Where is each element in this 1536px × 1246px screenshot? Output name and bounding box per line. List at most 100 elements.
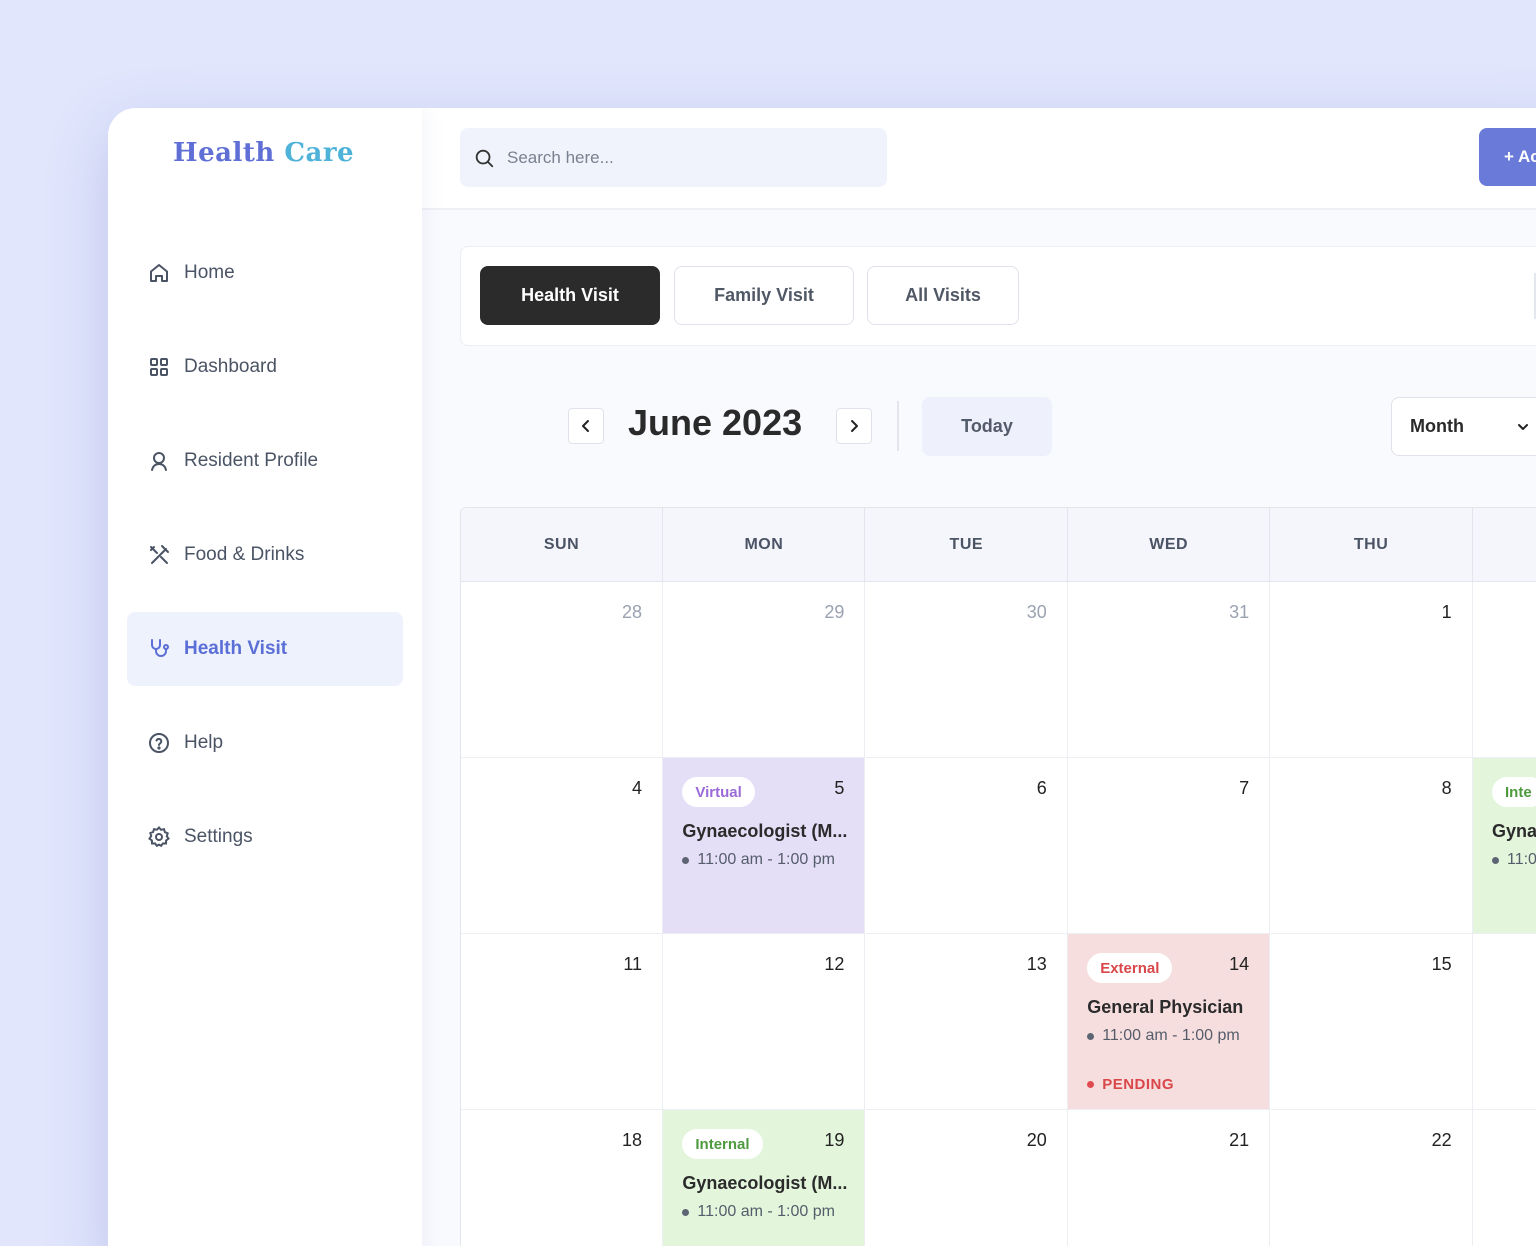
calendar-header: SUN MON TUE WED THU <box>461 508 1536 582</box>
sidebar-item-resident-profile[interactable]: Resident Profile <box>127 424 403 498</box>
calendar-day-cell[interactable]: 30 <box>865 582 1068 758</box>
bullet-dot-icon <box>682 856 690 864</box>
sidebar-item-dashboard[interactable]: Dashboard <box>127 330 403 404</box>
event-time: 11:00 am - 1:00 pm <box>682 851 835 869</box>
home-icon <box>150 264 168 282</box>
event-time-text: 11:00 am - 1:00 pm <box>697 1203 835 1220</box>
stethoscope-icon <box>151 639 169 657</box>
calendar-day-cell[interactable]: 18 <box>461 1110 663 1246</box>
sidebar-item-label: Help <box>184 732 224 753</box>
day-name-header: MON <box>663 508 866 582</box>
search-icon <box>475 149 494 167</box>
sidebar-item-help[interactable]: Help <box>127 706 403 780</box>
day-number: 18 <box>621 1130 642 1150</box>
calendar-day-cell[interactable]: 4 <box>461 758 663 934</box>
calendar-day-cell[interactable]: 29 <box>663 582 866 758</box>
tab-all-visits[interactable]: All Visits <box>867 266 1019 325</box>
calendar-day-cell[interactable]: 20 <box>865 1110 1068 1246</box>
sidebar-item-settings[interactable]: Settings <box>127 800 403 874</box>
visit-type-badge: External <box>1087 953 1173 983</box>
day-number: 22 <box>1431 1130 1452 1150</box>
chevron-right-icon <box>851 420 858 432</box>
calendar-day-cell[interactable]: 22 <box>1270 1110 1473 1246</box>
status-dot-icon <box>1087 1081 1095 1088</box>
calendar-day-cell[interactable]: 13 <box>865 934 1068 1110</box>
day-number: 15 <box>1431 954 1452 974</box>
user-icon <box>151 452 167 471</box>
calendar-day-cell[interactable]: 21 <box>1068 1110 1271 1246</box>
sidebar-item-food-drinks[interactable]: Food & Drinks <box>127 518 403 592</box>
event-time: 11:00 am - 1:00 pm <box>682 1203 835 1221</box>
event-title[interactable]: Gynaecologist (M... <box>682 1173 857 1194</box>
calendar-day-cell[interactable]: 7 <box>1068 758 1271 934</box>
day-name-header: THU <box>1271 508 1473 582</box>
day-number: 19 <box>824 1130 845 1150</box>
day-name-header <box>1473 508 1536 582</box>
day-name-header: WED <box>1068 508 1271 582</box>
sidebar-item-label: Health Visit <box>184 638 288 659</box>
calendar-day-cell[interactable]: 14 External General Physician 11:00 am - 1:… <box>1068 934 1271 1110</box>
calendar-day-cell[interactable]: 6 <box>865 758 1068 934</box>
day-number: 31 <box>1229 602 1250 622</box>
sidebar-item-home[interactable]: Home <box>127 236 403 310</box>
calendar-day-cell[interactable]: 5 Virtual Gynaecologist (M... 11:00 am - 1:… <box>663 758 866 934</box>
day-number: 20 <box>1026 1130 1047 1150</box>
day-number: 6 <box>1036 778 1047 798</box>
tab-health-visit[interactable]: Health Visit <box>480 266 660 325</box>
prev-month-button[interactable] <box>568 408 604 444</box>
status-badge: PENDING <box>1087 1076 1174 1093</box>
day-number: 21 <box>1229 1130 1250 1150</box>
day-number: 5 <box>834 778 845 798</box>
sidebar: Health Care Home Dashboard Resident Prof… <box>108 108 422 1246</box>
day-number: 1 <box>1441 602 1452 622</box>
grid-icon <box>150 358 168 376</box>
day-number: 4 <box>631 778 642 798</box>
calendar-grid: SUN MON TUE WED THU 28 29 30 31 1 4 5 Virtual Gynaec… <box>460 507 1536 1246</box>
day-number: 12 <box>824 954 845 974</box>
visit-type-badge: Inte <box>1492 777 1536 807</box>
calendar-day-cell[interactable]: 8 <box>1270 758 1473 934</box>
status-text: PENDING <box>1102 1076 1175 1093</box>
add-button[interactable]: + Ac <box>1479 128 1536 186</box>
month-title: June 2023 <box>628 402 803 443</box>
calendar-day-cell[interactable]: 19 Internal Gynaecologist (M... 11:00 am - … <box>663 1110 866 1246</box>
visit-tabs: Health Visit Family Visit All Visits <box>460 246 1536 346</box>
calendar-day-cell[interactable]: Inte Gyna 11:0 <box>1473 758 1536 934</box>
calendar-day-cell[interactable] <box>1473 1110 1536 1246</box>
calendar-day-cell[interactable]: 15 <box>1270 934 1473 1110</box>
sidebar-item-label: Dashboard <box>184 356 277 377</box>
app-window: Health Care Home Dashboard Resident Prof… <box>108 108 1536 1246</box>
event-time: 11:00 am - 1:00 pm <box>1087 1027 1240 1045</box>
tab-family-visit[interactable]: Family Visit <box>674 266 854 325</box>
bullet-dot-icon <box>1087 1032 1095 1040</box>
app-logo[interactable]: Health Care <box>173 138 354 168</box>
calendar-day-cell[interactable] <box>1473 582 1536 758</box>
day-number: 13 <box>1026 954 1047 974</box>
view-select[interactable]: Month <box>1391 397 1536 456</box>
sidebar-item-label: Food & Drinks <box>184 544 305 565</box>
next-month-button[interactable] <box>836 408 872 444</box>
event-title[interactable]: General Physician <box>1087 997 1262 1018</box>
search-box[interactable] <box>460 128 887 187</box>
visit-type-badge: Virtual <box>682 777 755 807</box>
bullet-dot-icon <box>1492 856 1499 864</box>
day-name-header: TUE <box>866 508 1068 582</box>
calendar-day-cell[interactable]: 11 <box>461 934 663 1110</box>
calendar-day-cell[interactable]: 28 <box>461 582 663 758</box>
calendar-day-cell[interactable]: 31 <box>1068 582 1271 758</box>
sidebar-item-health-visit[interactable]: Health Visit <box>127 612 403 686</box>
today-button[interactable]: Today <box>922 397 1052 456</box>
day-number: 14 <box>1229 954 1250 974</box>
day-number: 7 <box>1239 778 1250 798</box>
event-title[interactable]: Gynaecologist (M... <box>682 821 857 842</box>
main-content: + Ac Health Visit Family Visit All Visit… <box>422 108 1536 1246</box>
event-title[interactable]: Gyna <box>1492 821 1536 842</box>
day-number: 11 <box>623 954 642 974</box>
calendar-day-cell[interactable] <box>1473 934 1536 1110</box>
chevron-down-icon <box>1518 424 1528 430</box>
event-time: 11:0 <box>1492 851 1536 869</box>
search-input[interactable] <box>507 147 867 168</box>
calendar-day-cell[interactable]: 1 <box>1270 582 1473 758</box>
calendar-day-cell[interactable]: 12 <box>663 934 866 1110</box>
event-time-text: 11:0 <box>1507 851 1536 868</box>
